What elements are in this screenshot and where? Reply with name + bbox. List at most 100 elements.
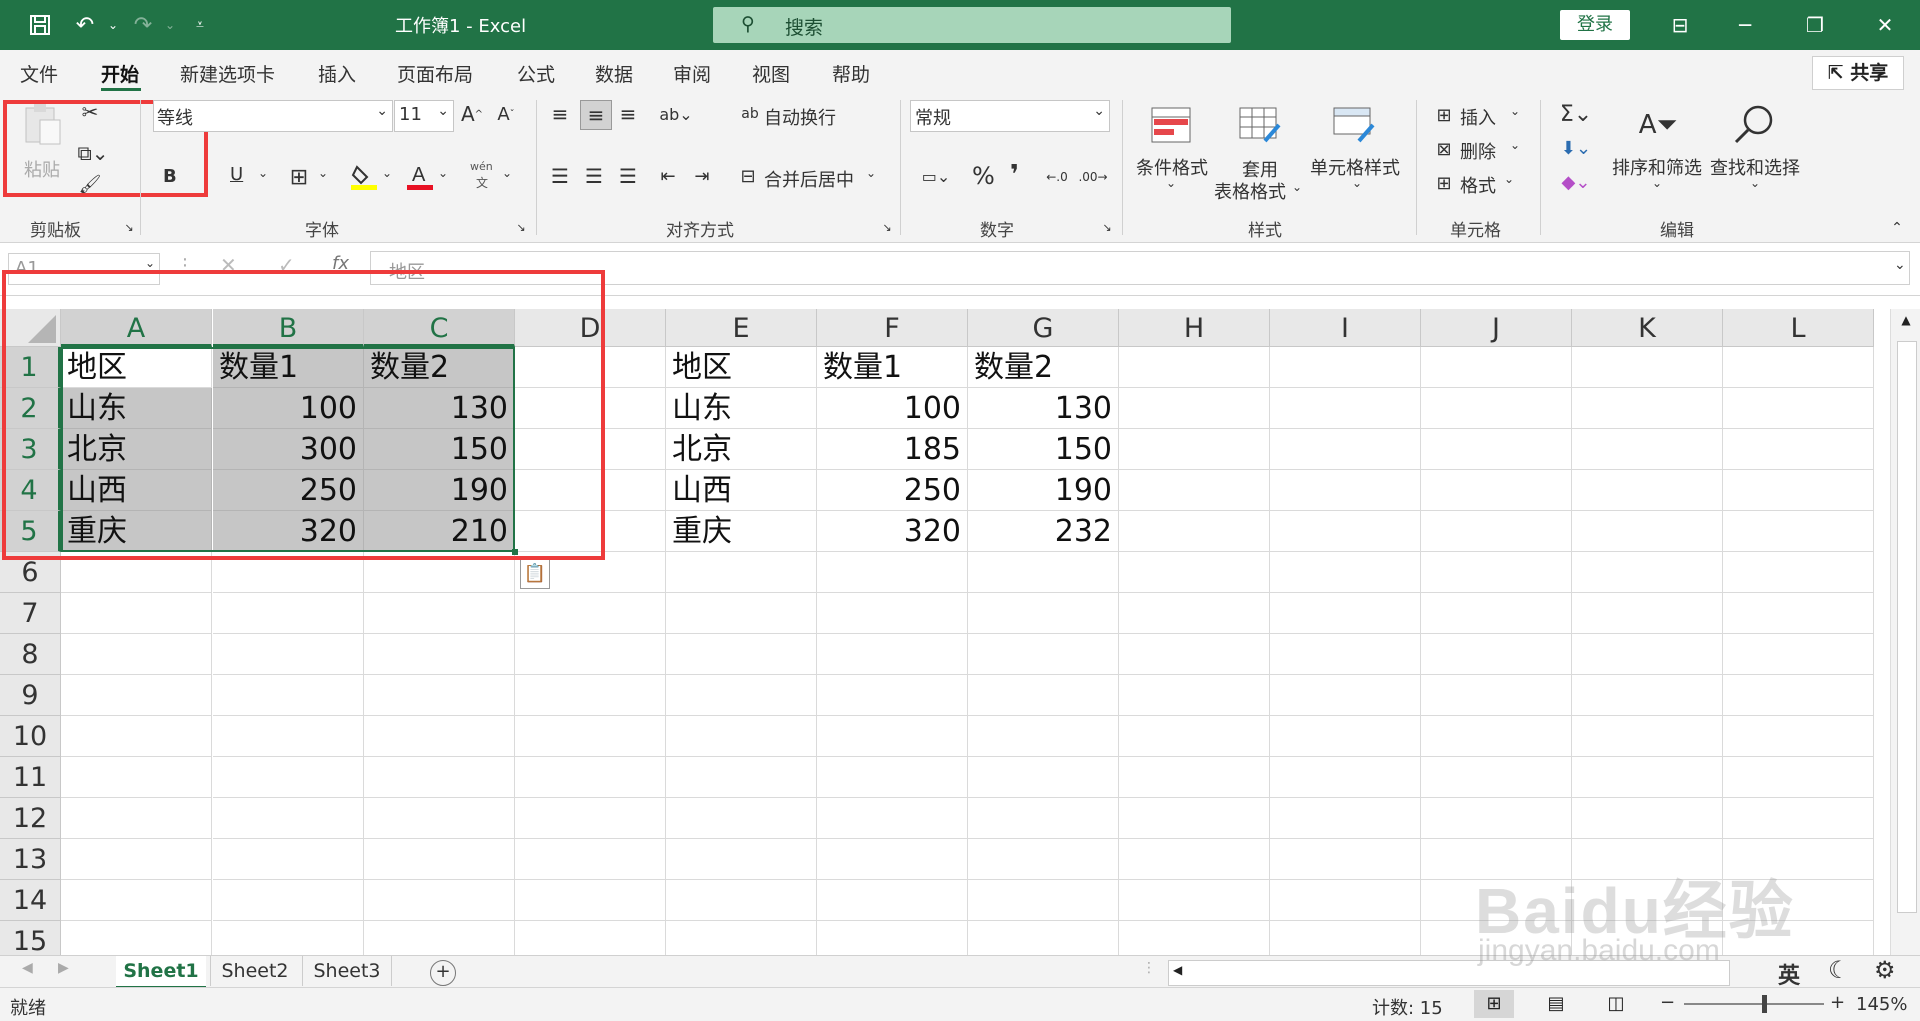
cell-e3[interactable]: 北京 [666, 429, 817, 470]
cell-h3[interactable] [1119, 429, 1270, 470]
collapse-ribbon-icon[interactable]: ⌃ [1888, 220, 1906, 236]
cell-e9[interactable] [666, 675, 817, 716]
cell-e7[interactable] [666, 593, 817, 634]
format-as-table-icon[interactable] [1238, 106, 1282, 146]
row-header-15[interactable]: 15 [0, 921, 61, 955]
cell-h7[interactable] [1119, 593, 1270, 634]
cell-f9[interactable] [817, 675, 968, 716]
cell-a10[interactable] [61, 716, 212, 757]
number-format-select[interactable]: 常规 ⌄ [910, 100, 1110, 132]
row-header-7[interactable]: 7 [0, 593, 61, 634]
cell-f12[interactable] [817, 798, 968, 839]
cell-b10[interactable] [213, 716, 364, 757]
column-header-j[interactable]: J [1421, 309, 1572, 347]
cell-f15[interactable] [817, 921, 968, 955]
row-header-10[interactable]: 10 [0, 716, 61, 757]
chevron-down-icon[interactable]: ⌄ [318, 166, 328, 180]
cell-g14[interactable] [968, 880, 1119, 921]
cell-i2[interactable] [1270, 388, 1421, 429]
cell-b7[interactable] [213, 593, 364, 634]
cell-d11[interactable] [515, 757, 666, 798]
minimize-icon[interactable]: ─ [1725, 10, 1765, 40]
cell-d15[interactable] [515, 921, 666, 955]
cell-c15[interactable] [364, 921, 515, 955]
cell-k5[interactable] [1572, 511, 1723, 552]
cell-a7[interactable] [61, 593, 212, 634]
cell-i13[interactable] [1270, 839, 1421, 880]
insert-cells-label[interactable]: 插入 [1460, 104, 1496, 130]
cell-e12[interactable] [666, 798, 817, 839]
cell-e8[interactable] [666, 634, 817, 675]
cell-h4[interactable] [1119, 470, 1270, 511]
cell-a12[interactable] [61, 798, 212, 839]
cell-g13[interactable] [968, 839, 1119, 880]
cell-g11[interactable] [968, 757, 1119, 798]
cell-l2[interactable] [1723, 388, 1874, 429]
increase-font-icon[interactable]: A ^ [458, 100, 486, 128]
decrease-decimal-icon[interactable]: .00→ [1078, 164, 1107, 190]
cell-h10[interactable] [1119, 716, 1270, 757]
cell-d13[interactable] [515, 839, 666, 880]
delete-cells-label[interactable]: 删除 [1460, 138, 1496, 164]
cell-g4[interactable]: 190 [968, 470, 1119, 511]
format-cells-label[interactable]: 格式 [1460, 172, 1496, 198]
cell-f4[interactable]: 250 [817, 470, 968, 511]
scroll-left-icon[interactable]: ◀ [1173, 963, 1182, 977]
row-header-14[interactable]: 14 [0, 880, 61, 921]
cell-l10[interactable] [1723, 716, 1874, 757]
prev-sheet-icon[interactable]: ◀ [22, 960, 33, 976]
cell-f1[interactable]: 数量1 [817, 347, 968, 388]
cell-a11[interactable] [61, 757, 212, 798]
cell-l11[interactable] [1723, 757, 1874, 798]
align-left-icon[interactable]: ☰ [548, 164, 572, 188]
row-header-11[interactable]: 11 [0, 757, 61, 798]
column-header-g[interactable]: G [968, 309, 1119, 347]
cell-i1[interactable] [1270, 347, 1421, 388]
tab-split-handle[interactable]: ⋮ [1142, 960, 1156, 976]
chevron-down-icon[interactable]: ⌄ [1504, 172, 1514, 186]
cell-h15[interactable] [1119, 921, 1270, 955]
cell-f14[interactable] [817, 880, 968, 921]
night-mode-icon[interactable]: ☾ [1828, 956, 1850, 984]
cell-b14[interactable] [213, 880, 364, 921]
expand-formula-icon[interactable]: ⌄ [1894, 257, 1906, 273]
sheet-tab-1[interactable]: Sheet1 [116, 956, 206, 989]
cell-d8[interactable] [515, 634, 666, 675]
chevron-down-icon[interactable]: ⌄ [438, 166, 448, 180]
cell-j12[interactable] [1421, 798, 1572, 839]
cell-h2[interactable] [1119, 388, 1270, 429]
tab-page-layout[interactable]: 页面布局 [397, 60, 473, 87]
vertical-scrollbar[interactable]: ▲ [1890, 309, 1920, 955]
cell-h1[interactable] [1119, 347, 1270, 388]
cell-j2[interactable] [1421, 388, 1572, 429]
cell-i4[interactable] [1270, 470, 1421, 511]
cell-l4[interactable] [1723, 470, 1874, 511]
cell-b11[interactable] [213, 757, 364, 798]
merge-center-label[interactable]: 合并后居中 [764, 166, 854, 192]
cell-k11[interactable] [1572, 757, 1723, 798]
scroll-up-icon[interactable]: ▲ [1895, 313, 1917, 333]
cell-i5[interactable] [1270, 511, 1421, 552]
delete-cells-icon[interactable]: ⊠ [1432, 138, 1456, 160]
zoom-in-button[interactable]: + [1830, 992, 1845, 1013]
align-right-icon[interactable]: ☰ [616, 164, 640, 188]
increase-decimal-icon[interactable]: ←.0 [1044, 164, 1070, 190]
share-button[interactable]: ⇱ 共享 [1812, 56, 1904, 90]
cell-i15[interactable] [1270, 921, 1421, 955]
cell-l1[interactable] [1723, 347, 1874, 388]
redo-dropdown-icon[interactable]: ⌄ [155, 10, 185, 40]
login-button[interactable]: 登录 [1560, 10, 1630, 40]
cell-f3[interactable]: 185 [817, 429, 968, 470]
cell-a14[interactable] [61, 880, 212, 921]
cell-k1[interactable] [1572, 347, 1723, 388]
cell-c8[interactable] [364, 634, 515, 675]
tab-help[interactable]: 帮助 [832, 60, 870, 87]
cell-c13[interactable] [364, 839, 515, 880]
cell-h8[interactable] [1119, 634, 1270, 675]
cell-e14[interactable] [666, 880, 817, 921]
cell-h5[interactable] [1119, 511, 1270, 552]
chevron-down-icon[interactable]: ⌄ [1510, 138, 1520, 152]
save-icon[interactable] [25, 10, 55, 40]
cell-k2[interactable] [1572, 388, 1723, 429]
cell-d9[interactable] [515, 675, 666, 716]
